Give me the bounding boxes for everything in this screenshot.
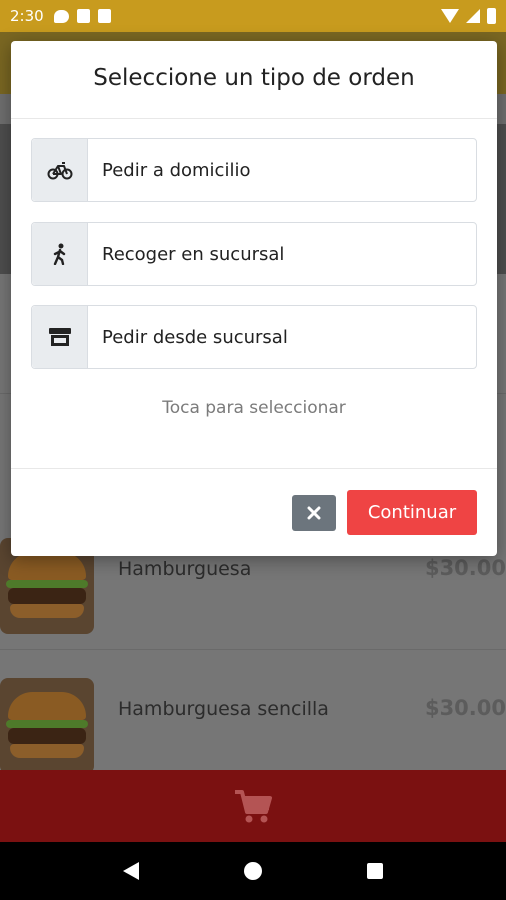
- divider: [11, 118, 497, 119]
- select-hint: Toca para seleccionar: [162, 398, 346, 418]
- status-time: 2:30: [10, 7, 44, 25]
- walking-icon: [32, 223, 88, 285]
- close-icon: [307, 506, 321, 520]
- product-price: $30.00: [424, 556, 506, 580]
- recent-apps-icon[interactable]: [367, 863, 384, 879]
- product-image: [0, 678, 94, 774]
- product-price: $30.00: [424, 696, 506, 720]
- option-pickup[interactable]: Recoger en sucursal: [31, 222, 477, 286]
- status-bar: 2:30: [0, 0, 506, 32]
- option-label: Pedir desde sucursal: [102, 326, 288, 348]
- chat-icon: [53, 9, 69, 23]
- divider: [11, 468, 497, 469]
- storage-icon: [97, 9, 111, 23]
- battery-icon: [487, 8, 496, 24]
- bicycle-icon: [32, 139, 88, 201]
- system-nav-bar: [0, 842, 506, 900]
- modal-title: Seleccione un tipo de orden: [93, 65, 415, 91]
- wifi-icon: [441, 9, 459, 23]
- continue-button[interactable]: Continuar: [347, 490, 477, 535]
- cart-bar[interactable]: [0, 770, 506, 842]
- order-type-modal: Seleccione un tipo de orden Pedir a domi…: [11, 41, 497, 556]
- signal-icon: [466, 9, 480, 23]
- back-icon[interactable]: [122, 862, 139, 880]
- home-icon[interactable]: [243, 862, 262, 880]
- sd-card-icon: [76, 9, 90, 23]
- option-label: Recoger en sucursal: [102, 243, 285, 265]
- option-delivery[interactable]: Pedir a domicilio: [31, 138, 477, 202]
- product-name: Hamburguesa sencilla: [118, 698, 329, 720]
- option-label: Pedir a domicilio: [102, 159, 251, 181]
- store-icon: [32, 306, 88, 368]
- cart-icon[interactable]: [233, 788, 273, 824]
- close-button[interactable]: [292, 495, 336, 531]
- product-name: Hamburguesa: [118, 558, 252, 580]
- option-in-store[interactable]: Pedir desde sucursal: [31, 305, 477, 369]
